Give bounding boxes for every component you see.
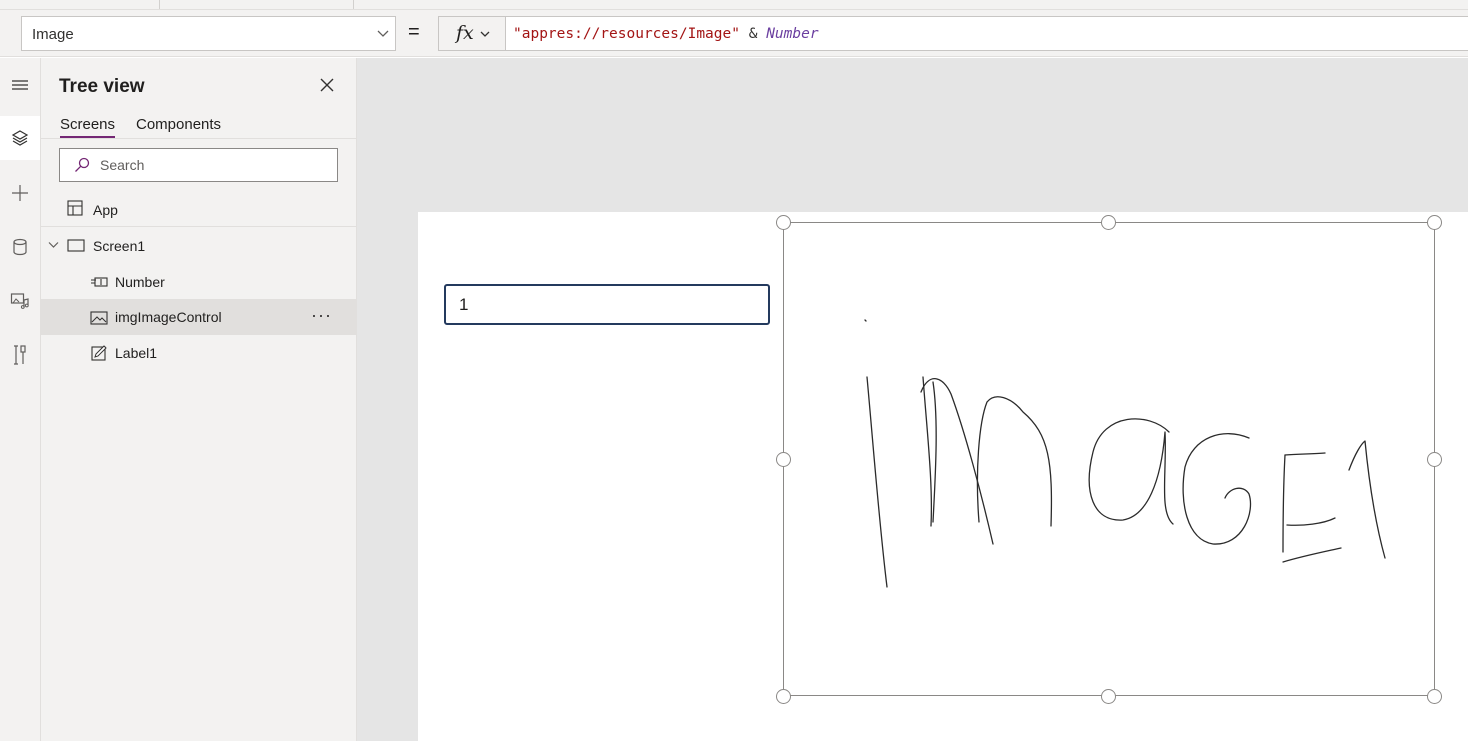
formula-operator-token: & [739,26,767,42]
chevron-down-icon [377,30,389,37]
tree-node-number[interactable]: Number [41,264,356,300]
tree-node-imgimagecontrol[interactable]: imgImageControl ··· [41,299,356,335]
advanced-tools-button[interactable] [0,333,40,377]
property-dropdown[interactable]: Image [21,16,396,51]
tree-node-label1[interactable]: Label1 [41,335,356,371]
tree-view-button[interactable] [0,116,40,160]
handwritten-image-content [864,319,1386,588]
search-icon [75,157,90,172]
number-input-value: 1 [459,295,469,314]
search-input[interactable] [100,155,320,175]
fx-button[interactable]: fx [438,16,506,51]
divider [41,226,356,227]
close-icon[interactable] [319,77,335,93]
number-text-input[interactable]: 1 [444,284,770,325]
left-rail [0,58,41,741]
media-icon [10,293,29,309]
tree-node-label: Screen1 [93,238,146,254]
top-strip-segment [0,0,160,9]
layers-icon [11,130,29,146]
tree-view-title: Tree view [59,76,145,97]
resize-handle-top-left[interactable] [776,215,791,230]
more-options-button[interactable]: ··· [311,305,332,326]
resize-handle-bottom-right[interactable] [1427,689,1442,704]
tree-node-label: App [93,202,118,218]
fx-icon: fx [456,22,474,44]
app-icon [67,200,83,216]
image-icon [90,311,108,325]
formula-bar: Image = fx "appres://resources/Image" & … [0,10,1468,57]
resize-handle-top-right[interactable] [1427,215,1442,230]
tree-view-tabs: Screens Components [41,114,357,139]
tree-node-label: Label1 [115,345,158,361]
media-button[interactable] [0,279,40,323]
tab-components[interactable]: Components [136,116,221,133]
tree-node-label: imgImageControl [115,309,222,325]
chevron-down-icon[interactable] [48,241,59,249]
resize-handle-bottom[interactable] [1101,689,1116,704]
tree-node-screen1[interactable]: Screen1 [41,228,356,264]
tools-icon [14,345,26,365]
formula-string-token: "appres://resources/Image" [513,26,740,42]
tree-view-panel: Tree view Screens Components App Screen1… [41,58,357,741]
resize-handle-top[interactable] [1101,215,1116,230]
equals-sign: = [408,21,420,43]
top-strip-segment [160,0,354,9]
data-button[interactable] [0,225,40,269]
resize-handle-right[interactable] [1427,452,1442,467]
formula-input[interactable]: "appres://resources/Image" & Number [505,16,1468,51]
tree-node-app[interactable]: App [41,192,356,228]
hamburger-menu-button[interactable] [0,63,40,107]
label-edit-icon [91,345,107,361]
text-input-icon [91,277,108,287]
plus-icon [12,185,28,201]
hamburger-icon [12,80,28,90]
insert-button[interactable] [0,171,40,215]
formula-text: "appres://resources/Image" & Number [513,26,819,42]
resize-handle-left[interactable] [776,452,791,467]
chevron-down-icon [480,31,490,37]
formula-variable-token: Number [766,26,819,42]
tree-node-label: Number [115,274,165,290]
database-icon [13,238,27,256]
resize-handle-bottom-left[interactable] [776,689,791,704]
property-dropdown-value: Image [32,26,74,43]
screen-icon [67,239,85,252]
top-strip [0,0,1468,10]
tree-search-box[interactable] [59,148,338,182]
tab-screens[interactable]: Screens [60,116,116,138]
